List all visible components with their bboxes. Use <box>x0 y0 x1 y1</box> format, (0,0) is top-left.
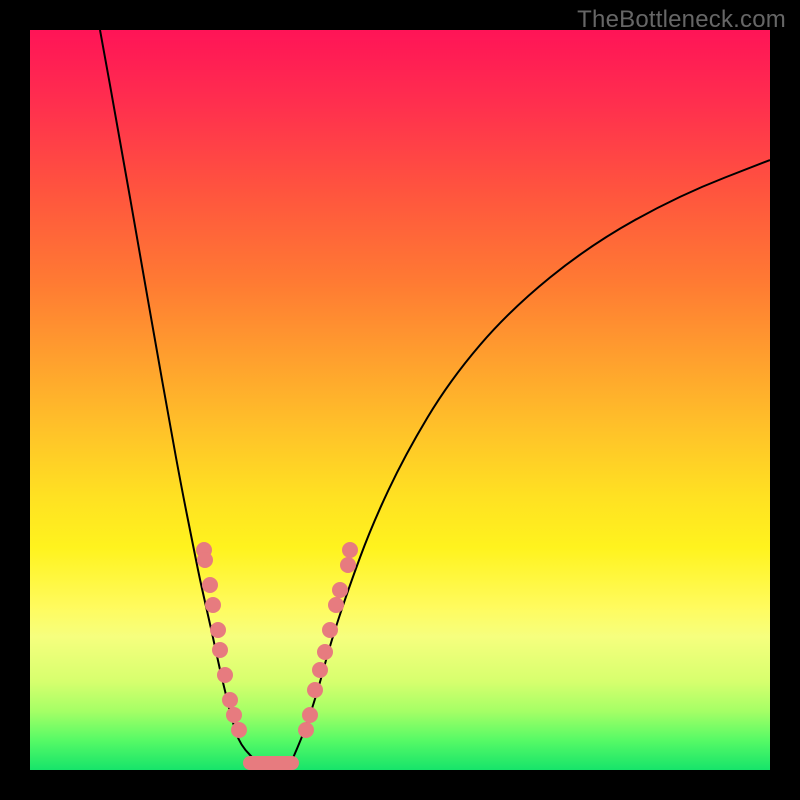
data-marker <box>317 644 333 660</box>
data-marker <box>205 597 221 613</box>
data-marker <box>340 557 356 573</box>
data-marker <box>217 667 233 683</box>
data-marker <box>322 622 338 638</box>
data-marker <box>298 722 314 738</box>
data-marker <box>226 707 242 723</box>
data-marker <box>312 662 328 678</box>
data-marker <box>197 552 213 568</box>
curve-left-branch <box>100 30 260 765</box>
curve-right-branch <box>290 160 770 765</box>
data-marker <box>210 622 226 638</box>
data-marker <box>342 542 358 558</box>
chart-frame: TheBottleneck.com <box>0 0 800 800</box>
data-marker <box>231 722 247 738</box>
data-marker <box>302 707 318 723</box>
data-marker <box>328 597 344 613</box>
markers-right-group <box>298 542 358 738</box>
chart-plot-area <box>30 30 770 770</box>
data-marker <box>222 692 238 708</box>
data-marker <box>332 582 348 598</box>
data-marker <box>202 577 218 593</box>
data-marker <box>212 642 228 658</box>
data-marker <box>307 682 323 698</box>
markers-left-group <box>196 542 247 738</box>
chart-overlay <box>30 30 770 770</box>
